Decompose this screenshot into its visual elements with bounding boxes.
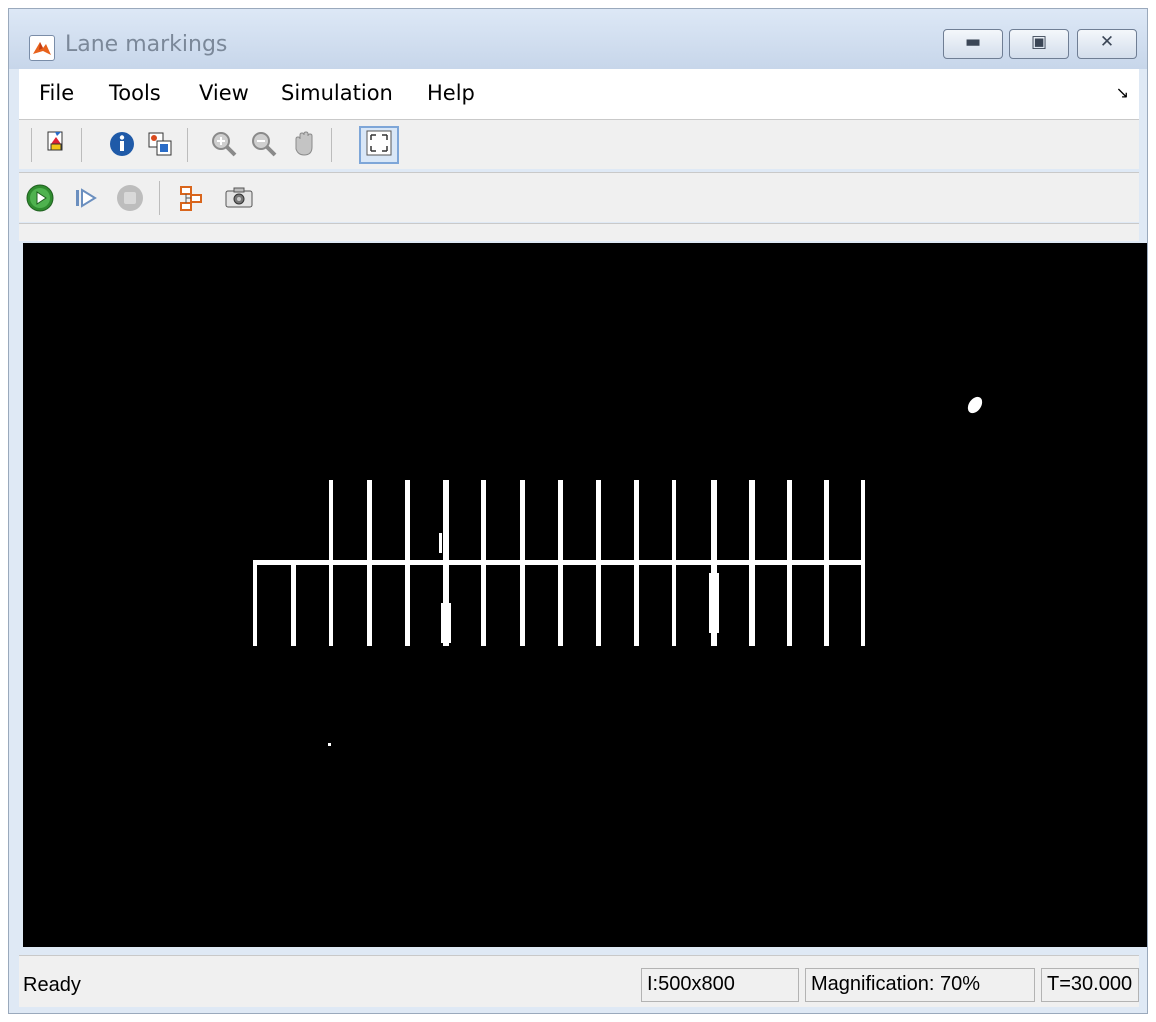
toolbar-image (19, 119, 1139, 169)
close-button[interactable]: ✕ (1077, 29, 1137, 59)
window-title: Lane markings (65, 32, 228, 57)
toolbar-spacer (19, 223, 1139, 241)
zoom-in-icon[interactable] (209, 130, 239, 160)
title-bar[interactable]: Lane markings ▬ ▣ ✕ (9, 9, 1147, 69)
menu-help[interactable]: Help (427, 81, 475, 105)
menu-dock-arrow-icon[interactable]: ↘ (1116, 83, 1129, 102)
menu-view[interactable]: View (199, 81, 249, 105)
menu-tools[interactable]: Tools (109, 81, 161, 105)
copy-image-icon[interactable] (145, 130, 175, 160)
status-dimensions: I:500x800 (641, 968, 799, 1002)
image-display[interactable] (23, 243, 1147, 947)
toolbar-simulation (19, 172, 1139, 222)
zoom-out-icon[interactable] (249, 130, 279, 160)
toolbar-separator (331, 128, 332, 162)
toolbar-separator (31, 128, 32, 162)
info-icon[interactable] (107, 130, 137, 160)
menu-file[interactable]: File (39, 81, 74, 105)
matlab-logo-icon (29, 35, 55, 61)
menu-simulation[interactable]: Simulation (281, 81, 393, 105)
status-magnification: Magnification: 70% (805, 968, 1035, 1002)
menu-bar: File Tools View Simulation Help ↘ (19, 69, 1139, 119)
step-forward-icon[interactable] (71, 183, 101, 213)
close-icon: ✕ (1099, 32, 1115, 52)
stop-icon[interactable] (115, 183, 145, 213)
restore-icon: ▣ (1030, 32, 1048, 52)
status-bar: Ready I:500x800 Magnification: 70% T=30.… (19, 955, 1139, 1007)
snapshot-icon[interactable] (223, 183, 253, 213)
restore-button[interactable]: ▣ (1009, 29, 1069, 59)
run-icon[interactable] (25, 183, 55, 213)
highlight-model-icon[interactable] (177, 183, 207, 213)
viewer-window: Lane markings ▬ ▣ ✕ File Tools View Simu… (8, 8, 1148, 1014)
status-time: T=30.000 (1041, 968, 1139, 1002)
minimize-icon: ▬ (964, 32, 982, 52)
toolbar-separator (159, 181, 160, 215)
lane-markings-image (23, 243, 1147, 947)
toolbar-separator (81, 128, 82, 162)
toolbar-separator (187, 128, 188, 162)
fit-to-view-icon[interactable] (359, 126, 399, 164)
minimize-button[interactable]: ▬ (943, 29, 1003, 59)
print-icon[interactable] (41, 130, 71, 160)
status-ready: Ready (23, 974, 81, 996)
pan-hand-icon[interactable] (289, 130, 319, 160)
